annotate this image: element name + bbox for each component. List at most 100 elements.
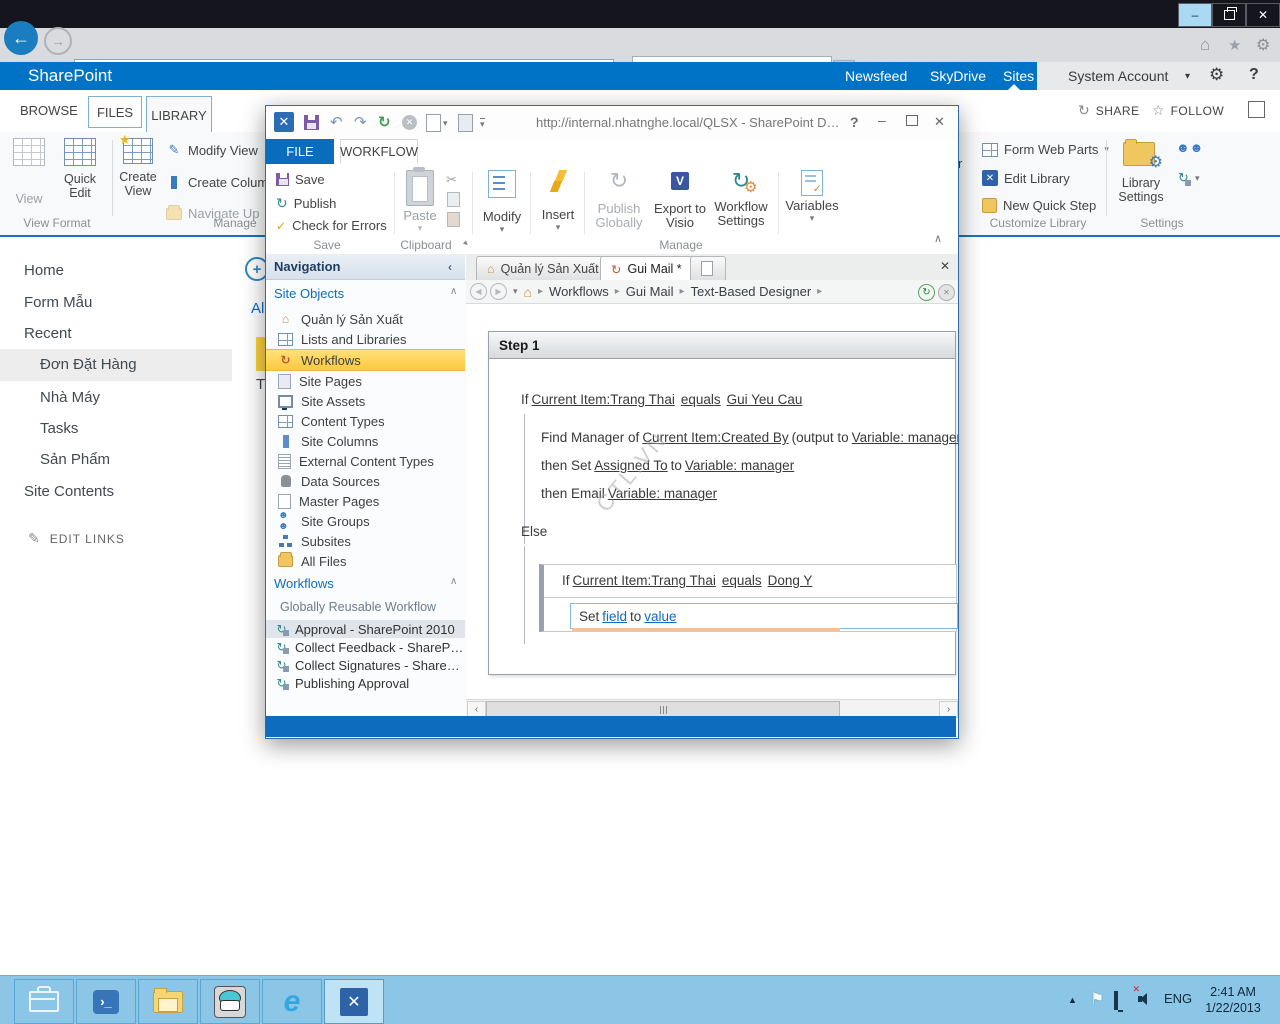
qat-preview-icon[interactable] (426, 114, 441, 132)
spd-publish-globally-button[interactable]: ↻ Publish Globally (590, 170, 648, 230)
spd-file-tab[interactable]: FILE (266, 139, 334, 164)
qat-preview-dropdown-icon[interactable]: ▾ (443, 118, 448, 129)
account-menu[interactable]: System Account (1068, 68, 1168, 84)
spd-close-button[interactable]: ✕ (934, 114, 945, 130)
shared-with-icon[interactable]: ☻☻ (1176, 140, 1203, 155)
tray-show-hidden-icon[interactable]: ▲ (1068, 995, 1077, 1005)
tab-files[interactable]: FILES (88, 96, 142, 128)
site-settings-gear-icon[interactable]: ⚙ (1209, 65, 1224, 85)
editor-new-tab[interactable] (690, 256, 726, 281)
spd-variables-button[interactable]: Variables ▾ (784, 170, 840, 224)
crumb-back-icon[interactable]: ◀ (470, 283, 487, 300)
wf-collect-signatures[interactable]: ↻Collect Signatures - SharePoint ... (266, 656, 465, 674)
spd-modify-button[interactable]: Modify ▾ (478, 170, 526, 235)
step-header[interactable]: Step 1 (489, 332, 955, 359)
nav-external-content-types[interactable]: External Content Types (266, 451, 465, 471)
wf-if-line-2[interactable]: IfCurrent Item:Trang ThaiequalsDong Y (562, 573, 815, 588)
spd-export-visio-button[interactable]: V Export to Visio (652, 170, 708, 230)
new-quick-step-button[interactable]: New Quick Step (982, 198, 1096, 213)
editor-close-icon[interactable]: ✕ (940, 259, 950, 273)
nav-lists-libraries[interactable]: Lists and Libraries (266, 329, 465, 349)
spd-app-icon[interactable]: ✕ (274, 112, 294, 132)
wf-find-manager-line[interactable]: Find Manager ofCurrent Item:Created By(o… (541, 430, 958, 445)
quick-edit-button[interactable]: Quick Edit (54, 138, 106, 200)
nav-tasks[interactable]: Tasks (40, 420, 78, 437)
follow-button[interactable]: ☆ FOLLOW (1152, 102, 1224, 119)
view-button[interactable]: View (8, 138, 50, 206)
ribbon-collapse-icon[interactable]: ∧ (934, 232, 942, 245)
spd-paste-button[interactable]: Paste ▾ (400, 170, 440, 234)
nav-site-home[interactable]: ⌂Quản lý Sản Xuất (266, 309, 465, 329)
editor-tab-site[interactable]: ⌂ Quản lý Sản Xuất (476, 256, 618, 281)
nav-workflows[interactable]: ↻Workflows (266, 349, 465, 371)
crumb-workflows[interactable]: Workflows (549, 284, 609, 299)
wf-value-link[interactable]: Gui Yeu Cau (727, 392, 803, 407)
wf-value-link[interactable]: Dong Y (768, 573, 813, 588)
tray-language[interactable]: ENG (1164, 991, 1192, 1006)
suite-link-sites[interactable]: Sites (1003, 68, 1034, 84)
browser-forward-button[interactable]: → (44, 27, 72, 55)
taskbar-server-manager[interactable] (14, 979, 74, 1024)
modify-view-button[interactable]: ✎ Modify View (166, 142, 258, 158)
crumb-gui-mail[interactable]: Gui Mail (626, 284, 674, 299)
spd-publish-button[interactable]: ↻ Publish (276, 195, 336, 212)
format-painter-icon[interactable] (447, 212, 460, 227)
spd-maximize-button[interactable] (906, 115, 918, 126)
nav-site-assets[interactable]: Site Assets (266, 391, 465, 411)
workflows-collapse-icon[interactable]: ∧ (450, 576, 457, 587)
suite-link-skydrive[interactable]: SkyDrive (930, 68, 986, 84)
qat-save-icon[interactable] (304, 115, 319, 130)
wf-if-line-1[interactable]: IfCurrent Item:Trang ThaiequalsGui Yeu C… (521, 392, 805, 407)
spd-minimize-button[interactable]: – (878, 112, 886, 128)
horizontal-scrollbar[interactable]: ‹ › (466, 699, 958, 717)
wf-operator-link[interactable]: equals (722, 573, 762, 588)
qat-redo-icon[interactable]: ↷ (354, 113, 367, 131)
edit-links[interactable]: ✎ EDIT LINKS (28, 530, 125, 547)
nav-home[interactable]: Home (24, 262, 64, 279)
nav-don-dat-hang-row[interactable]: Đơn Đặt Hàng (0, 349, 232, 381)
account-dropdown-icon[interactable]: ▾ (1185, 71, 1190, 82)
taskbar-internet-explorer[interactable]: e (262, 979, 322, 1024)
help-icon[interactable]: ? (1249, 66, 1259, 84)
site-objects-collapse-icon[interactable]: ∧ (450, 286, 457, 297)
nav-master-pages[interactable]: Master Pages (266, 491, 465, 511)
nav-site-contents[interactable]: Site Contents (24, 483, 114, 500)
spd-insert-button[interactable]: Insert ▾ (536, 170, 580, 233)
create-view-button[interactable]: ★ Create View (118, 138, 158, 198)
nav-content-types[interactable]: Content Types (266, 411, 465, 431)
all-documents-fragment[interactable]: Al (251, 300, 264, 317)
browser-back-button[interactable]: ← (4, 21, 38, 55)
site-objects-header[interactable]: Site Objects (274, 286, 344, 301)
wf-operator-link[interactable]: equals (681, 392, 721, 407)
copy-icon[interactable] (447, 192, 460, 207)
taskbar-app[interactable] (200, 979, 260, 1024)
favorites-star-icon[interactable]: ★ (1228, 36, 1241, 54)
crumb-close-icon[interactable]: ✕ (938, 284, 955, 301)
wf-else-label[interactable]: Else (521, 524, 547, 539)
wf-variable-link[interactable]: Variable: manager (685, 458, 794, 473)
wf-variable-link[interactable]: Variable: manager (852, 430, 958, 445)
crumb-forward-icon[interactable]: ▶ (490, 283, 507, 300)
nav-site-columns[interactable]: Site Columns (266, 431, 465, 451)
wf-condition-link[interactable]: Current Item:Trang Thai (532, 392, 675, 407)
qat-refresh-icon[interactable]: ↻ (378, 113, 391, 131)
nav-nha-may[interactable]: Nhà Máy (40, 389, 100, 406)
wf-set-line[interactable]: then SetAssigned TotoVariable: manager (541, 458, 797, 473)
nav-recent[interactable]: Recent (24, 325, 72, 342)
qat-stop-icon[interactable]: ✕ (402, 115, 417, 130)
qat-customize-icon[interactable]: ▾ (480, 118, 485, 130)
nav-data-sources[interactable]: Data Sources (266, 471, 465, 491)
tray-action-center-flag-icon[interactable]: ⚑ (1090, 989, 1104, 1009)
nav-subsites[interactable]: Subsites (266, 531, 465, 551)
wf-approval-2010[interactable]: ↻Approval - SharePoint 2010 (266, 620, 465, 638)
cut-icon[interactable]: ✂ (446, 172, 457, 188)
browser-settings-gear-icon[interactable]: ⚙ (1256, 35, 1270, 55)
crumb-dropdown-icon[interactable]: ▾ (513, 286, 518, 297)
wf-value-link[interactable]: value (644, 609, 676, 624)
wf-field-link[interactable]: field (602, 609, 627, 624)
suite-link-newsfeed[interactable]: Newsfeed (845, 68, 907, 84)
qat-undo-icon[interactable]: ↶ (330, 113, 343, 131)
share-button[interactable]: ↻ SHARE (1078, 102, 1140, 119)
tab-browse[interactable]: BROWSE (20, 103, 78, 118)
spd-workflow-settings-button[interactable]: ↻ ⚙ Workflow Settings (710, 170, 772, 228)
